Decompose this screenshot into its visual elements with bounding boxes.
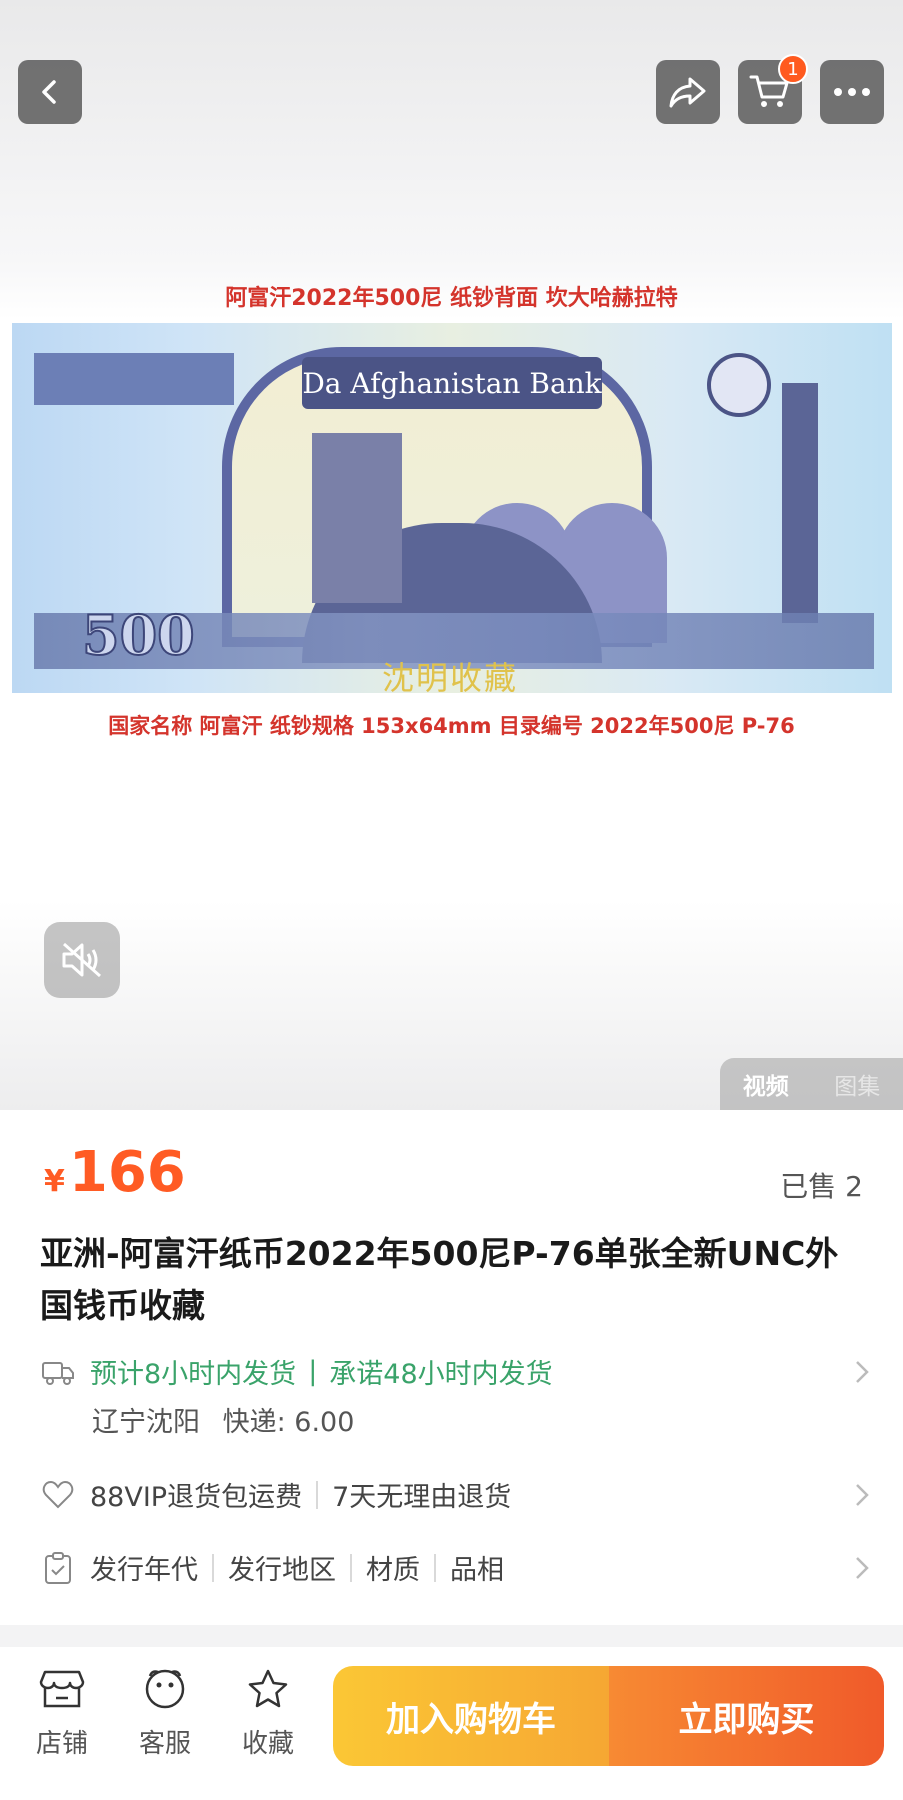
favorite-label: 收藏 — [241, 1729, 294, 1759]
back-icon — [42, 80, 56, 104]
cart-count-badge: 1 — [778, 54, 808, 84]
attribute-issue-year: 发行年代 — [90, 1555, 198, 1586]
banknote-watermark: 沈明收藏 — [382, 659, 519, 693]
tab-gallery[interactable]: 图集 — [834, 1067, 880, 1101]
share-icon — [669, 77, 706, 108]
store-label: 店铺 — [35, 1729, 88, 1759]
price: ¥ 166 — [44, 1140, 186, 1205]
chevron-right-icon — [856, 1360, 869, 1383]
shipping-origin: 辽宁沈阳 — [92, 1407, 200, 1438]
heart-icon — [40, 1477, 76, 1513]
attributes-row[interactable]: 发行年代 发行地区 材质 品相 — [40, 1548, 870, 1587]
favorite-button[interactable]: 收藏 — [228, 1668, 308, 1760]
product-page: 1 阿富汗2022年500尼 纸钞背面 坎大哈赫拉特 Da Afghanista… — [0, 0, 903, 1800]
buy-now-button[interactable]: 立即购买 — [609, 1666, 884, 1766]
mute-icon — [62, 942, 101, 978]
service-label: 客服 — [138, 1729, 191, 1759]
sold-count: 已售 2 — [780, 1170, 863, 1203]
image-caption-top: 阿富汗2022年500尼 纸钞背面 坎大哈赫拉特 — [225, 286, 678, 311]
divider — [212, 1553, 214, 1582]
share-button[interactable] — [656, 60, 720, 124]
returns-no-reason: 7天无理由退货 — [332, 1482, 512, 1513]
tab-video[interactable]: 视频 — [743, 1067, 789, 1101]
mute-button[interactable] — [44, 922, 120, 998]
service-button[interactable]: 客服 — [125, 1668, 205, 1760]
truck-icon — [40, 1354, 76, 1390]
shipping-row[interactable]: 预计8小时内发货 | 承诺48小时内发货 — [40, 1352, 870, 1391]
cart-button[interactable]: 1 — [738, 54, 808, 124]
returns-vip: 88VIP退货包运费 — [90, 1482, 303, 1513]
attribute-material: 材质 — [366, 1555, 420, 1586]
divider — [316, 1480, 319, 1509]
chevron-right-icon — [856, 1556, 869, 1579]
banknote-bank-name: Da Afghanistan Bank — [302, 357, 602, 409]
shipping-origin-row: 辽宁沈阳 快递: 6.00 — [92, 1400, 354, 1439]
shipping-estimate: 预计8小时内发货 — [90, 1359, 297, 1390]
section-divider — [0, 1625, 903, 1647]
star-icon — [248, 1669, 288, 1708]
product-title: 亚洲-阿富汗纸币2022年500尼P-76单张全新UNC外国钱币收藏 — [40, 1234, 839, 1325]
returns-row[interactable]: 88VIP退货包运费 7天无理由退货 — [40, 1475, 870, 1514]
price-value: 166 — [68, 1140, 186, 1205]
media-tabs: 视频 图集 — [720, 1058, 903, 1110]
shipping-express: 快递: 6.00 — [222, 1407, 355, 1438]
more-button[interactable] — [820, 60, 884, 124]
banknote-band — [34, 353, 234, 405]
shipping-promise: 承诺48小时内发货 — [329, 1359, 553, 1390]
banknote-image: Da Afghanistan Bank 500 沈明收藏 — [12, 323, 892, 693]
back-button[interactable] — [18, 60, 82, 124]
divider — [434, 1553, 436, 1582]
attribute-condition: 品相 — [450, 1555, 504, 1586]
banknote-tower — [312, 433, 402, 603]
store-button[interactable]: 店铺 — [22, 1668, 102, 1760]
divider — [350, 1553, 352, 1582]
banknote-minaret — [782, 383, 818, 623]
clipboard-icon — [40, 1550, 76, 1586]
store-icon — [39, 1670, 85, 1708]
service-icon — [145, 1669, 185, 1709]
more-icon — [834, 88, 870, 96]
attribute-issue-region: 发行地区 — [228, 1555, 336, 1586]
add-to-cart-button[interactable]: 加入购物车 — [333, 1666, 609, 1766]
price-symbol: ¥ — [44, 1164, 65, 1199]
shipping-divider: | — [308, 1356, 318, 1387]
media-gallery[interactable]: 1 阿富汗2022年500尼 纸钞背面 坎大哈赫拉特 Da Afghanista… — [0, 0, 903, 1110]
chevron-right-icon — [856, 1483, 869, 1506]
image-caption-bottom: 国家名称 阿富汗 纸钞规格 153x64mm 目录编号 2022年500尼 P-… — [108, 714, 795, 738]
banknote-denomination: 500 — [81, 602, 196, 668]
banknote-seal — [707, 353, 771, 417]
